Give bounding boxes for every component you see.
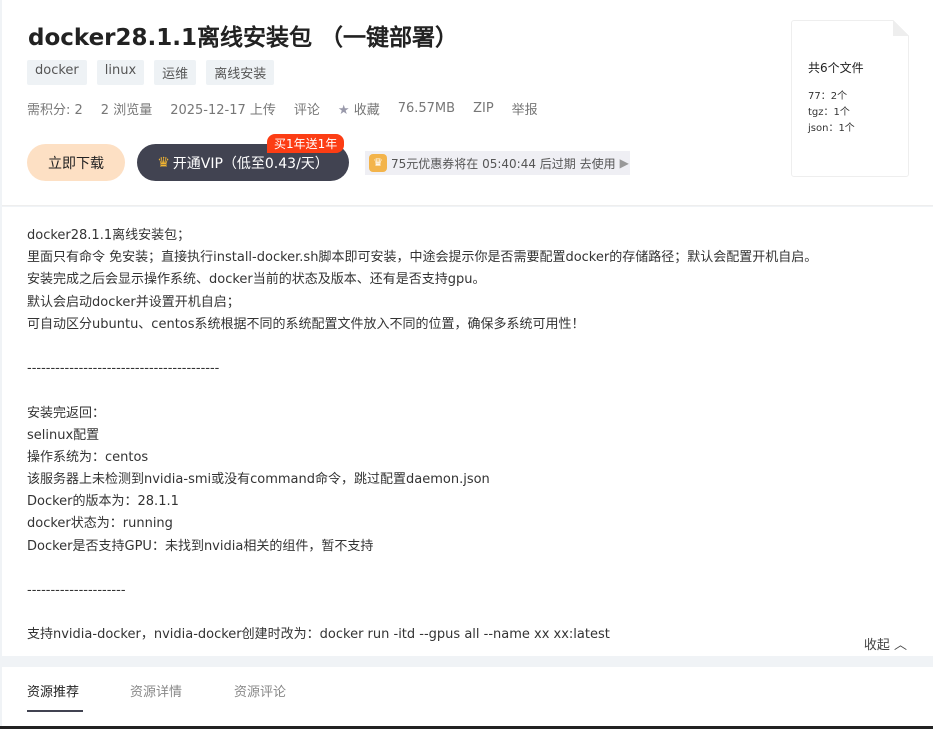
description-line: 安装完成之后会显示操作系统、docker当前的状态及版本、还有是否支持gpu。 bbox=[27, 272, 486, 288]
meta-row: 需积分: 2 2 浏览量 2025-12-17 上传 评论 ★ 收藏 76.57… bbox=[27, 99, 538, 118]
file-type: tgz：1个 bbox=[808, 107, 850, 118]
description-line: 安装完返回： bbox=[27, 405, 106, 421]
description-line: 该服务器上未检测到nvidia-smi或没有command命令，跳过配置daem… bbox=[27, 472, 490, 488]
points: 需积分: 2 bbox=[27, 103, 83, 118]
vip-label: 开通VIP（低至0.43/天） bbox=[172, 155, 329, 172]
tab-bar: 资源推荐 资源详情 资源评论 bbox=[2, 667, 933, 727]
star-icon: ★ bbox=[337, 103, 350, 118]
description-line bbox=[27, 602, 817, 624]
tag-list: docker linux 运维 离线安装 bbox=[27, 60, 275, 85]
crown-icon: ♛ bbox=[157, 154, 170, 171]
tag[interactable]: linux bbox=[96, 60, 145, 85]
description-section: docker28.1.1离线安装包； 里面只有命令 免安装；直接执行install… bbox=[2, 207, 933, 656]
description-text: docker28.1.1离线安装包； 里面只有命令 免安装；直接执行install… bbox=[27, 225, 817, 647]
download-button[interactable]: 立即下载 bbox=[27, 144, 125, 181]
description-line bbox=[27, 380, 817, 402]
description-line: ----------------------------------------… bbox=[27, 361, 220, 377]
file-size: 76.57MB bbox=[397, 101, 456, 116]
description-line: 可自动区分ubuntu、centos系统根据不同的系统配置文件放入不同的位置，确… bbox=[27, 316, 585, 332]
favorite-button[interactable]: ★ 收藏 bbox=[338, 99, 380, 118]
description-line: docker28.1.1离线安装包； bbox=[27, 228, 191, 243]
file-type: 77：2个 bbox=[808, 91, 848, 102]
collapse-label: 收起 bbox=[863, 638, 890, 653]
description-line: Docker的版本为：28.1.1 bbox=[27, 494, 179, 510]
resource-header: docker28.1.1离线安装包 （一键部署） docker linux 运维… bbox=[2, 0, 933, 206]
tag[interactable]: docker bbox=[27, 60, 87, 85]
file-format: ZIP bbox=[473, 101, 494, 116]
tag[interactable]: 运维 bbox=[154, 60, 197, 85]
views: 2 浏览量 bbox=[100, 103, 153, 118]
description-line: 里面只有命令 免安装；直接执行install-docker.sh脚本即可安装，中… bbox=[27, 250, 818, 266]
description-line: Docker是否支持GPU：未找到nvidia相关的组件，暂不支持 bbox=[27, 538, 374, 554]
upload-date: 2025-12-17 上传 bbox=[170, 103, 276, 118]
description-line: docker状态为：running bbox=[27, 516, 173, 532]
favorite-label: 收藏 bbox=[353, 103, 380, 118]
play-arrow-icon: ▶ bbox=[619, 156, 629, 170]
report-link[interactable]: 举报 bbox=[512, 99, 538, 118]
tab-comments[interactable]: 资源评论 bbox=[234, 681, 286, 700]
tab-recommend[interactable]: 资源推荐 bbox=[27, 681, 79, 700]
page-title: docker28.1.1离线安装包 （一键部署） bbox=[28, 25, 459, 51]
collapse-button[interactable]: 收起 ︿ bbox=[864, 634, 907, 653]
description-line: 操作系统为：centos bbox=[27, 449, 149, 465]
chevron-up-icon: ︿ bbox=[893, 638, 907, 653]
description-line: 默认会启动docker并设置开机自启； bbox=[27, 294, 240, 310]
file-type: json：1个 bbox=[808, 123, 855, 134]
coupon-text: 75元优惠券将在 05:40:44 后过期 去使用 bbox=[391, 156, 616, 171]
coupon-banner[interactable]: ♛ 75元优惠券将在 05:40:44 后过期 去使用 ▶ bbox=[365, 151, 630, 175]
tag[interactable]: 离线安装 bbox=[206, 60, 275, 85]
file-total: 共6个文件 bbox=[808, 61, 864, 75]
active-tab-indicator bbox=[27, 710, 83, 712]
description-line: --------------------- bbox=[27, 583, 126, 598]
description-line: selinux配置 bbox=[27, 427, 100, 443]
description-line bbox=[27, 558, 817, 580]
description-line bbox=[27, 336, 817, 358]
vip-promo-badge: 买1年送1年 bbox=[267, 134, 345, 153]
file-list-card[interactable]: 共6个文件 77：2个 tgz：1个 json：1个 bbox=[791, 20, 909, 177]
comment-link[interactable]: 评论 bbox=[294, 99, 320, 118]
tab-details[interactable]: 资源详情 bbox=[130, 681, 182, 700]
description-line: 支持nvidia-docker，nvidia-docker创建时改为：docke… bbox=[27, 627, 610, 643]
coupon-icon: ♛ bbox=[369, 154, 387, 172]
